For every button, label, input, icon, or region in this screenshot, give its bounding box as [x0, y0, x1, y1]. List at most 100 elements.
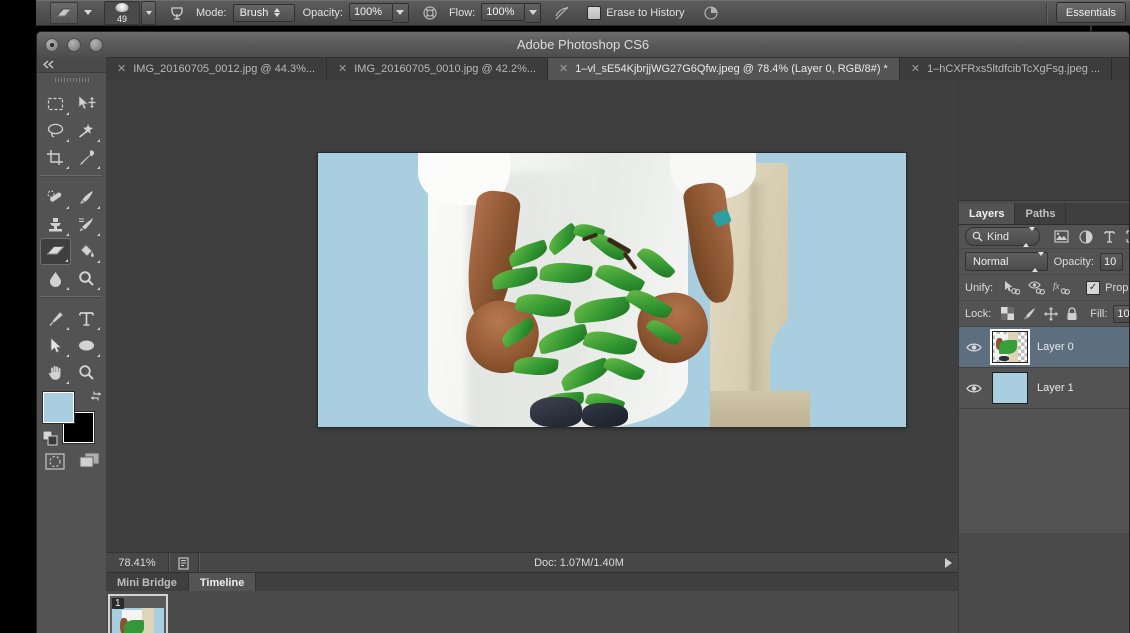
shape-layer-filter-icon[interactable] — [1126, 230, 1129, 243]
blend-mode-value: Normal — [973, 255, 1009, 268]
airbrush-icon[interactable] — [419, 2, 441, 24]
blur-tool[interactable] — [40, 265, 71, 292]
layer-visibility-eye-icon[interactable] — [965, 379, 983, 397]
close-tab-icon[interactable]: ✕ — [117, 63, 126, 75]
type-tool[interactable] — [71, 305, 102, 332]
document-tab[interactable]: ✕ 1–hCXFRxs5ltdfcibTcXgFsg.jpeg ... — [899, 58, 1113, 80]
canvas-viewport[interactable] — [106, 80, 958, 552]
tab-timeline[interactable]: Timeline — [188, 573, 257, 592]
unify-visibility-icon[interactable] — [1028, 280, 1046, 295]
tab-mini-bridge[interactable]: Mini Bridge — [106, 573, 189, 592]
erase-to-history-checkbox[interactable]: Erase to History — [587, 0, 690, 26]
flow-chevron-icon[interactable] — [525, 2, 542, 23]
workspace-switcher[interactable]: Essentials — [1055, 2, 1126, 23]
eraser-tool-icon[interactable] — [50, 1, 78, 24]
tab-layers[interactable]: Layers — [959, 203, 1016, 224]
tab-layers-label: Layers — [969, 207, 1005, 220]
layer-thumbnail[interactable] — [992, 331, 1028, 363]
lasso-tool[interactable] — [40, 117, 71, 144]
spot-healing-brush-tool[interactable] — [40, 184, 71, 211]
lock-transparency-icon[interactable] — [1001, 307, 1015, 320]
window-title: Adobe Photoshop CS6 — [516, 37, 650, 52]
right-dock: Layers Paths Kind Normal Opacity: 10 Uni… — [958, 80, 1129, 633]
clone-stamp-tool[interactable] — [40, 211, 71, 238]
layer-opacity-value[interactable]: 10 — [1099, 252, 1123, 271]
crop-tool[interactable] — [40, 144, 71, 171]
lock-image-icon[interactable] — [1022, 307, 1036, 320]
foreground-color-swatch[interactable] — [43, 392, 74, 423]
tab-paths-label: Paths — [1025, 207, 1056, 220]
move-tool[interactable] — [71, 90, 102, 117]
screen-mode-icon[interactable] — [79, 452, 101, 470]
animation-frame[interactable]: 1 — [108, 594, 168, 633]
adjustment-layer-filter-icon[interactable] — [1079, 229, 1093, 244]
document-thumbnail-icon[interactable] — [170, 556, 198, 570]
blend-mode-row: Normal Opacity: 10 — [959, 249, 1129, 275]
lock-all-icon[interactable] — [1066, 306, 1078, 321]
document-tab-active[interactable]: ✕ 1–vl_sE54KjbrjjWG27G6Qfw.jpeg @ 78.4% … — [548, 58, 900, 80]
layer-row-layer-1[interactable]: Layer 1 — [959, 368, 1129, 409]
layer-filter-kind-label: Kind — [987, 230, 1010, 243]
flow-value[interactable]: 100% — [481, 2, 526, 21]
tab-mini-bridge-label: Mini Bridge — [117, 576, 177, 589]
document-tab-label: IMG_20160705_0010.jpg @ 42.2%... — [354, 63, 537, 75]
eraser-preset-chevron-icon[interactable] — [84, 10, 92, 15]
document-tab[interactable]: ✕ IMG_20160705_0010.jpg @ 42.2%... — [327, 58, 549, 80]
quick-mask-icon[interactable] — [45, 452, 65, 470]
zoom-level[interactable]: 78.41% — [106, 557, 168, 569]
opacity-value[interactable]: 100% — [348, 2, 393, 21]
pixel-layer-filter-icon[interactable] — [1054, 230, 1069, 243]
swap-colors-icon[interactable] — [89, 390, 103, 402]
document-size-info[interactable]: Doc: 1.07M/1.40M — [200, 553, 958, 573]
brush-preset-chevron-icon[interactable] — [141, 0, 156, 25]
tools-drag-grip[interactable] — [37, 73, 106, 87]
layer-name[interactable]: Layer 1 — [1037, 382, 1074, 394]
unify-position-icon[interactable] — [1003, 280, 1021, 295]
layers-list: Layer 0 Layer 1 — [959, 327, 1129, 409]
opacity-chevron-icon[interactable] — [392, 2, 409, 23]
fill-value[interactable]: 10 — [1113, 304, 1129, 323]
canvas-photo — [318, 153, 906, 427]
brush-panel-toggle-icon[interactable] — [166, 2, 188, 24]
svg-text:fx: fx — [1053, 281, 1060, 291]
eraser-tool[interactable] — [40, 238, 71, 265]
layer-filter-kind-select[interactable]: Kind — [965, 226, 1041, 247]
tab-paths[interactable]: Paths — [1015, 203, 1067, 224]
type-layer-filter-icon[interactable] — [1103, 230, 1116, 243]
expand-arrow-icon[interactable] — [945, 558, 952, 568]
rectangular-marquee-tool[interactable] — [40, 90, 71, 117]
hand-tool[interactable] — [40, 359, 71, 386]
history-target-icon[interactable] — [700, 2, 722, 24]
default-colors-icon[interactable] — [43, 431, 58, 446]
lock-position-icon[interactable] — [1044, 306, 1059, 321]
eyedropper-tool[interactable] — [71, 144, 102, 171]
magic-wand-tool[interactable] — [71, 117, 102, 144]
layer-filter-row: Kind — [959, 225, 1129, 249]
document-tab[interactable]: ✕ IMG_20160705_0012.jpg @ 44.3%... — [106, 58, 328, 80]
zoom-tool[interactable] — [71, 359, 102, 386]
layer-name[interactable]: Layer 0 — [1037, 341, 1074, 353]
history-brush-tool[interactable] — [71, 211, 102, 238]
brush-tool[interactable] — [71, 184, 102, 211]
propagate-checkbox[interactable]: ✓ Propagate — [1086, 280, 1129, 295]
layer-row-layer-0[interactable]: Layer 0 — [959, 327, 1129, 368]
close-tab-icon[interactable]: ✕ — [911, 63, 920, 75]
dodge-tool[interactable] — [71, 265, 102, 292]
status-bar: 78.41% Doc: 1.07M/1.40M — [106, 552, 958, 573]
blend-mode-select[interactable]: Normal — [965, 251, 1048, 272]
layer-thumbnail[interactable] — [992, 372, 1028, 404]
collapse-tools-button[interactable] — [37, 57, 106, 73]
pen-tool[interactable] — [40, 305, 71, 332]
mode-select[interactable]: Brush — [232, 3, 295, 22]
tablet-pressure-icon[interactable] — [551, 2, 573, 24]
layer-visibility-eye-icon[interactable] — [965, 338, 983, 356]
ellipse-shape-tool[interactable] — [71, 332, 102, 359]
image-canvas[interactable] — [318, 153, 906, 427]
paint-bucket-tool[interactable] — [71, 238, 102, 265]
path-selection-tool[interactable] — [40, 332, 71, 359]
brush-size-preview[interactable]: 49 — [104, 0, 140, 25]
close-tab-icon[interactable]: ✕ — [338, 63, 347, 75]
close-tab-icon[interactable]: ✕ — [559, 63, 568, 75]
unify-style-icon[interactable]: fx — [1053, 280, 1071, 295]
tool-options-bar: 49 Mode: Brush Opacity: 100% Flow: 100% … — [36, 0, 1130, 26]
